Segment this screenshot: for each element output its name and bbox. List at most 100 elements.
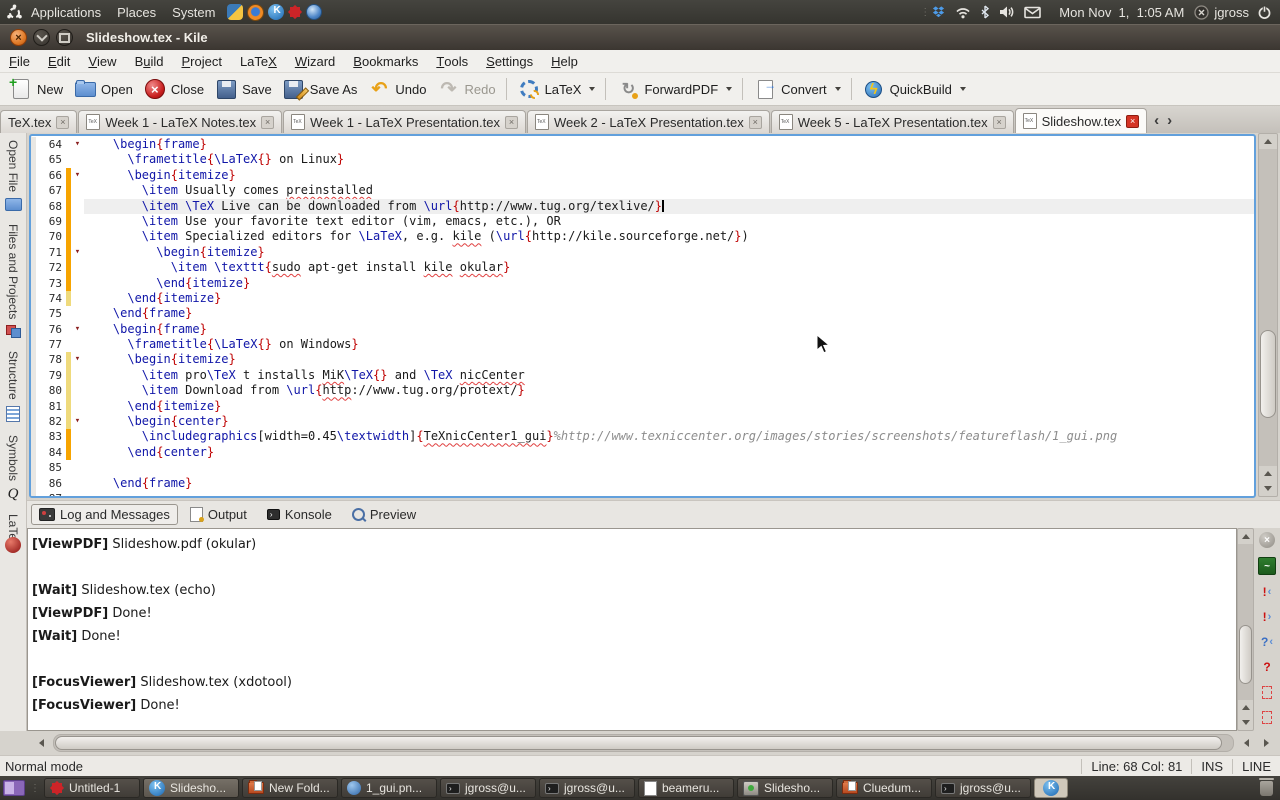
dropdown-arrow-icon[interactable]: [589, 87, 595, 91]
web-browser-launcher-icon[interactable]: [306, 4, 322, 20]
menu-help[interactable]: Help: [542, 50, 587, 73]
fold-marker-icon[interactable]: ▾: [71, 137, 84, 152]
panel-clock[interactable]: Mon Nov 1, 1:05 AM: [1059, 5, 1184, 20]
sidebar-tab-open-file[interactable]: Open File: [0, 133, 26, 217]
next-error-icon[interactable]: ›: [1259, 609, 1275, 625]
toolbar-button-latex[interactable]: LaTeX: [512, 75, 601, 103]
sidebar-tab-files-and-projects[interactable]: Files and Projects: [0, 217, 26, 344]
code-line[interactable]: 66▾ \begin{itemize}: [31, 168, 1254, 183]
code-line[interactable]: 71▾ \begin{itemize}: [31, 245, 1254, 260]
editor-vertical-scrollbar[interactable]: [1258, 133, 1278, 497]
volume-tray-icon[interactable]: [999, 5, 1015, 19]
taskbar-button-kile-10[interactable]: [1034, 778, 1068, 798]
taskbar-button-slidesho-7[interactable]: Slidesho...: [737, 778, 833, 798]
bluetooth-tray-icon[interactable]: [980, 5, 990, 19]
mail-tray-icon[interactable]: [1024, 6, 1041, 19]
taskbar-button-beameru-6[interactable]: beameru...: [638, 778, 734, 798]
sidebar-tab-structure[interactable]: Structure: [0, 344, 26, 428]
tab-week-1-latex-notes-tex[interactable]: Week 1 - LaTeX Notes.tex×: [78, 110, 282, 133]
fold-marker-icon[interactable]: ▾: [71, 168, 84, 183]
code-line[interactable]: 74 \end{itemize}: [31, 291, 1254, 306]
code-line[interactable]: 76▾ \begin{frame}: [31, 322, 1254, 337]
scroll-up-icon[interactable]: [1259, 466, 1277, 481]
bottom-tab-preview[interactable]: Preview: [344, 504, 424, 525]
dropbox-tray-icon[interactable]: [931, 6, 946, 18]
previous-error-icon[interactable]: ‹: [1259, 584, 1275, 600]
bottom-tab-log-and-messages[interactable]: Log and Messages: [31, 504, 178, 525]
window-maximize-button[interactable]: [56, 29, 73, 46]
taskbar-button-jgross-u-9[interactable]: jgross@u...: [935, 778, 1031, 798]
code-line[interactable]: 68 \item \TeX Live can be downloaded fro…: [31, 199, 1254, 214]
menu-tools[interactable]: Tools: [427, 50, 477, 73]
tab-close-icon[interactable]: ×: [261, 116, 274, 129]
hscroll-thumb[interactable]: [55, 736, 1222, 750]
code-line[interactable]: 78▾ \begin{itemize}: [31, 352, 1254, 367]
fold-marker-icon[interactable]: ▾: [71, 414, 84, 429]
code-line[interactable]: 73 \end{itemize}: [31, 276, 1254, 291]
fold-marker-icon[interactable]: ▾: [71, 322, 84, 337]
scroll-left-icon[interactable]: [1238, 736, 1254, 751]
fold-marker-icon[interactable]: ▾: [71, 245, 84, 260]
code-line[interactable]: 83 \includegraphics[width=0.45\textwidth…: [31, 429, 1254, 444]
fold-marker-icon[interactable]: ▾: [71, 352, 84, 367]
tab-scroll-left-icon[interactable]: ‹: [1154, 112, 1159, 129]
tab-week-2-latex-presentation-tex[interactable]: Week 2 - LaTeX Presentation.tex×: [527, 110, 770, 133]
firefox-launcher-icon[interactable]: [247, 4, 264, 21]
dropdown-arrow-icon[interactable]: [960, 87, 966, 91]
code-line[interactable]: 65 \frametitle{\LaTeX{} on Linux}: [31, 152, 1254, 167]
menu-file[interactable]: File: [0, 50, 39, 73]
code-line[interactable]: 84 \end{center}: [31, 445, 1254, 460]
power-icon[interactable]: [1257, 5, 1272, 20]
kile-launcher-icon[interactable]: [268, 4, 284, 20]
panel-menu-system[interactable]: System: [164, 0, 223, 24]
red-star-launcher-icon[interactable]: [288, 5, 302, 19]
dropdown-arrow-icon[interactable]: [726, 87, 732, 91]
menu-bookmarks[interactable]: Bookmarks: [344, 50, 427, 73]
toolbar-button-forwardpdf[interactable]: ForwardPDF: [611, 75, 737, 103]
scroll-down-icon[interactable]: [1238, 715, 1253, 730]
toolbar-button-convert[interactable]: Convert: [748, 75, 846, 103]
code-line[interactable]: 75 \end{frame}: [31, 306, 1254, 321]
menu-wizard[interactable]: Wizard: [286, 50, 344, 73]
code-line[interactable]: 72 \item \texttt{sudo apt-get install ki…: [31, 260, 1254, 275]
dropdown-arrow-icon[interactable]: [835, 87, 841, 91]
toolbar-button-new[interactable]: New: [4, 75, 68, 103]
tab-slideshow-tex[interactable]: Slideshow.tex×: [1015, 108, 1148, 133]
taskbar-button-jgross-u-4[interactable]: jgross@u...: [440, 778, 536, 798]
tab-scroll-right-icon[interactable]: ›: [1167, 112, 1172, 129]
tab-week-1-latex-presentation-tex[interactable]: Week 1 - LaTeX Presentation.tex×: [283, 110, 526, 133]
panel-menu-places[interactable]: Places: [109, 0, 164, 24]
taskbar-button-jgross-u-5[interactable]: jgross@u...: [539, 778, 635, 798]
insert-mode-label[interactable]: INS: [1191, 759, 1232, 774]
scroll-up-icon[interactable]: [1238, 700, 1253, 715]
taskbar-button-cluedum-8[interactable]: Cluedum...: [836, 778, 932, 798]
distributor-logo-icon[interactable]: [6, 4, 23, 21]
window-minimize-button[interactable]: [33, 29, 50, 46]
taskbar-button-1-gui-pn-3[interactable]: 1_gui.pn...: [341, 778, 437, 798]
code-line[interactable]: 77 \frametitle{\LaTeX{} on Windows}: [31, 337, 1254, 352]
code-line[interactable]: 80 \item Download from \url{http://www.t…: [31, 383, 1254, 398]
toolbar-button-close[interactable]: Close: [138, 75, 209, 103]
toolbar-button-save[interactable]: Save: [209, 75, 277, 103]
bottom-tab-konsole[interactable]: Konsole: [259, 504, 340, 525]
user-menu[interactable]: jgross: [1194, 5, 1249, 20]
bottom-tab-output[interactable]: Output: [182, 504, 255, 525]
taskbar-button-slidesho-1[interactable]: Slidesho...: [143, 778, 239, 798]
scroll-right-icon[interactable]: [1258, 736, 1274, 751]
tab-close-icon[interactable]: ×: [56, 116, 69, 129]
selection-mode-label[interactable]: LINE: [1232, 759, 1280, 774]
sidebar-tab-symbols[interactable]: SymbolsQ: [0, 428, 26, 507]
text-editor[interactable]: 64▾ \begin{frame}65 \frametitle{\LaTeX{}…: [31, 136, 1254, 496]
tab-tex-tex[interactable]: TeX.tex×: [0, 110, 77, 133]
editor-scroll-thumb[interactable]: [1260, 330, 1276, 419]
code-line[interactable]: 64▾ \begin{frame}: [31, 137, 1254, 152]
panel-menu-applications[interactable]: Applications: [23, 0, 109, 24]
code-line[interactable]: 85: [31, 460, 1254, 475]
toolbar-button-redo[interactable]: Redo: [432, 75, 501, 103]
taskbar-button-untitled-1-0[interactable]: Untitled-1: [44, 778, 140, 798]
tab-close-icon[interactable]: ×: [993, 116, 1006, 129]
window-close-button[interactable]: ×: [10, 29, 27, 46]
menu-latex[interactable]: LaTeX: [231, 50, 286, 73]
wifi-tray-icon[interactable]: [955, 6, 971, 19]
previous-warning-icon[interactable]: ‹: [1259, 634, 1275, 650]
